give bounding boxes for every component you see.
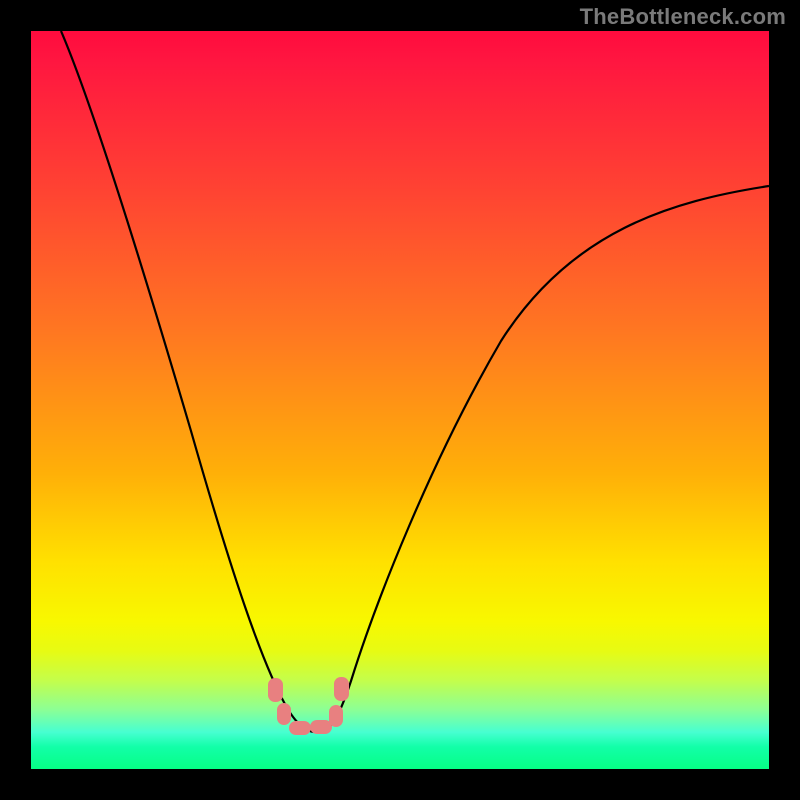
curve-marker <box>329 705 343 727</box>
plot-area <box>31 31 769 769</box>
outer-frame: TheBottleneck.com <box>0 0 800 800</box>
bottleneck-curve <box>31 31 769 769</box>
curve-marker <box>277 703 291 725</box>
curve-marker <box>289 721 311 735</box>
watermark-text: TheBottleneck.com <box>580 4 786 30</box>
curve-marker <box>334 677 349 701</box>
curve-marker <box>268 678 283 702</box>
